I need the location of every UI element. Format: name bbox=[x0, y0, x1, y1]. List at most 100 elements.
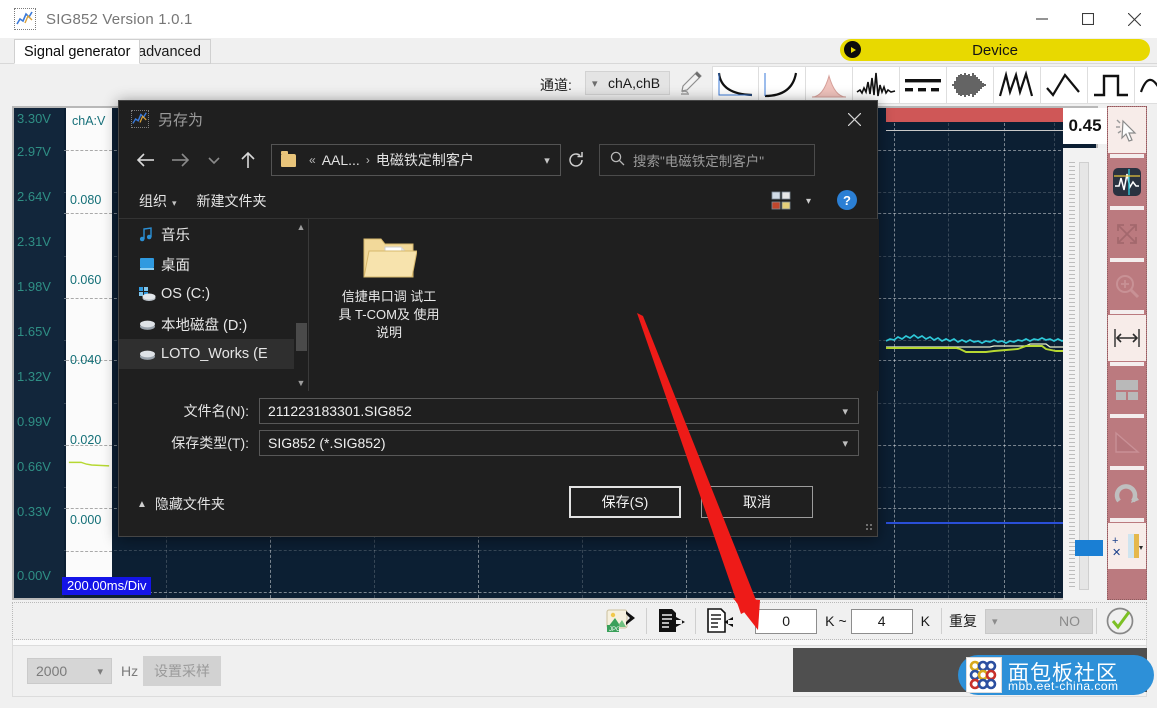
save-type-select[interactable]: SIG852 (*.SIG852) ▾ bbox=[259, 430, 859, 456]
resize-grip[interactable] bbox=[865, 523, 874, 532]
search-input[interactable]: 搜索"电磁铁定制客户" bbox=[599, 144, 815, 176]
range-unit-from: K bbox=[825, 613, 835, 629]
chevron-down-icon: ▾ bbox=[592, 77, 598, 90]
file-item[interactable]: P PDF 信捷串口调 试工具 T-COM及 使用说明 bbox=[337, 231, 441, 342]
breadcrumb-item-2[interactable]: 电磁铁定制客户 bbox=[376, 150, 474, 170]
confirm-button[interactable] bbox=[1100, 603, 1140, 639]
chevron-down-icon[interactable]: ▾ bbox=[806, 196, 811, 207]
wave-gauss-icon[interactable] bbox=[806, 66, 853, 104]
dialog-close-button[interactable] bbox=[831, 101, 877, 137]
repeat-label: 重复 bbox=[949, 613, 977, 629]
slider-track[interactable] bbox=[1079, 162, 1089, 590]
forward-arrow-icon[interactable] bbox=[163, 143, 197, 177]
svg-text:JPG: JPG bbox=[609, 627, 621, 633]
redo-arrow-icon[interactable] bbox=[1108, 471, 1146, 517]
horizontal-resize-icon[interactable] bbox=[1108, 315, 1146, 361]
tab-advanced[interactable]: advanced bbox=[128, 39, 211, 64]
wave-noise-spike-icon[interactable] bbox=[853, 66, 900, 104]
maximize-button[interactable] bbox=[1065, 0, 1111, 38]
pen-icon[interactable] bbox=[675, 68, 705, 98]
channel-a-trace-left bbox=[68, 461, 110, 467]
wave-sine-icon[interactable] bbox=[1135, 66, 1157, 104]
sample-rate-select[interactable]: 2000 ▾ bbox=[27, 658, 112, 684]
expand-arrows-icon[interactable] bbox=[1108, 211, 1146, 257]
wave-dashed-dc-icon[interactable] bbox=[900, 66, 947, 104]
refresh-icon[interactable] bbox=[561, 144, 591, 176]
export-jpg-icon[interactable]: JPG bbox=[601, 603, 643, 639]
zoom-in-icon[interactable] bbox=[1108, 263, 1146, 309]
range-separator: ~ bbox=[838, 613, 847, 629]
slider-thumb[interactable] bbox=[1075, 540, 1103, 556]
wave-square-icon[interactable] bbox=[1088, 66, 1135, 104]
panel-value: 0.040 bbox=[70, 353, 102, 367]
dialog-fields: 文件名(N): 211223183301.SIG852 ▾ 保存类型(T): S… bbox=[119, 395, 879, 459]
chevron-down-icon[interactable]: ▾ bbox=[534, 154, 560, 167]
wave-decay-icon[interactable] bbox=[712, 66, 759, 104]
file-name-value: 211223183301.SIG852 bbox=[268, 403, 412, 419]
wave-sawtooth-icon[interactable] bbox=[994, 66, 1041, 104]
set-sampling-button[interactable]: 设置采样 bbox=[143, 656, 221, 686]
range-from-input[interactable]: 0 bbox=[755, 608, 818, 634]
cancel-button[interactable]: 取消 bbox=[701, 486, 813, 518]
triangle-ruler-icon[interactable] bbox=[1108, 419, 1146, 465]
view-tiles-icon[interactable] bbox=[771, 191, 791, 216]
import-file-icon[interactable] bbox=[699, 603, 741, 639]
organize-menu[interactable]: 组织 ▾ bbox=[139, 191, 177, 211]
trigger-marker-bar[interactable] bbox=[886, 108, 1080, 122]
chevron-down-icon[interactable]: ▾ bbox=[842, 437, 848, 450]
range-unit-to: K bbox=[920, 613, 930, 629]
title-bar: SIG852 Version 1.0.1 bbox=[0, 0, 1157, 38]
wave-triangle-icon[interactable] bbox=[1041, 66, 1088, 104]
hz-label: Hz bbox=[121, 663, 139, 679]
nav-item-desktop[interactable]: 桌面 bbox=[119, 249, 308, 279]
vertical-offset-slider[interactable] bbox=[1063, 148, 1107, 600]
nav-item-os-drive[interactable]: OS (C:) bbox=[119, 279, 308, 309]
repeat-select[interactable]: ▾ NO bbox=[985, 608, 1093, 634]
nav-pane-scrollbar[interactable]: ▲ ▼ bbox=[294, 219, 308, 391]
chevron-down-icon[interactable]: ▾ bbox=[842, 405, 848, 418]
volt-tick: 2.97V bbox=[17, 144, 51, 159]
waveform-measure-icon[interactable] bbox=[1108, 159, 1146, 205]
save-button[interactable]: 保存(S) bbox=[569, 486, 681, 518]
tab-label: Signal generator bbox=[24, 43, 131, 60]
export-file-icon[interactable] bbox=[650, 603, 692, 639]
folder-pdf-icon: P PDF bbox=[363, 238, 417, 278]
close-button[interactable] bbox=[1111, 0, 1157, 38]
nav-item-music[interactable]: 音乐 bbox=[119, 219, 308, 249]
window-layout-icon[interactable] bbox=[1108, 367, 1146, 413]
address-bar[interactable]: « AAL... › 电磁铁定制客户 ▾ bbox=[271, 144, 561, 176]
channel-select[interactable]: ▾ chA,chB bbox=[585, 71, 670, 95]
svg-text:✕: ✕ bbox=[1112, 547, 1121, 559]
breadcrumb-item-1[interactable]: AAL... bbox=[322, 152, 360, 168]
breadcrumb-overflow[interactable]: « bbox=[309, 153, 316, 167]
app-chart-icon bbox=[14, 8, 36, 30]
back-arrow-icon[interactable] bbox=[129, 143, 163, 177]
desktop-icon bbox=[139, 257, 161, 271]
recent-locations-chevron-down-icon[interactable] bbox=[197, 143, 231, 177]
range-to-input[interactable]: 4 bbox=[850, 608, 913, 634]
save-as-dialog: 另存为 « AAL... › 电磁铁定制客户 ▾ 搜索"电磁铁定制客户" 组织 … bbox=[118, 100, 879, 537]
wave-am-burst-icon[interactable] bbox=[947, 66, 994, 104]
breadcrumb-separator: › bbox=[365, 153, 370, 167]
hide-folders-toggle[interactable]: ▲ 隐藏文件夹 bbox=[137, 494, 225, 514]
file-list-pane[interactable]: P PDF 信捷串口调 试工具 T-COM及 使用说明 bbox=[309, 219, 879, 391]
nav-item-loto-works[interactable]: LOTO_Works (E bbox=[119, 339, 308, 369]
file-name-input[interactable]: 211223183301.SIG852 ▾ bbox=[259, 398, 859, 424]
scroll-up-icon[interactable]: ▲ bbox=[294, 219, 308, 235]
bottom-toolbar: JPG 0 K ~ 4 K 重复 ▾ NO bbox=[12, 602, 1147, 640]
chevron-down-icon: ▾ bbox=[172, 197, 177, 208]
tab-signal-generator[interactable]: Signal generator bbox=[14, 39, 141, 64]
up-arrow-icon[interactable] bbox=[231, 143, 265, 177]
cursor-pointer-icon[interactable] bbox=[1108, 107, 1146, 153]
new-folder-button[interactable]: 新建文件夹 bbox=[197, 191, 267, 211]
scrollbar-thumb[interactable] bbox=[296, 323, 307, 351]
volt-tick: 0.99V bbox=[17, 414, 51, 429]
wave-rise-icon[interactable] bbox=[759, 66, 806, 104]
help-button[interactable]: ? bbox=[837, 190, 857, 210]
scroll-down-icon[interactable]: ▼ bbox=[294, 375, 308, 391]
device-status-pill[interactable]: Device bbox=[840, 39, 1150, 61]
nav-item-local-disk-d[interactable]: 本地磁盘 (D:) bbox=[119, 309, 308, 339]
volt-tick: 2.31V bbox=[17, 234, 51, 249]
add-remove-channel-icon[interactable]: + ✕ bbox=[1108, 523, 1146, 569]
minimize-button[interactable] bbox=[1019, 0, 1065, 38]
